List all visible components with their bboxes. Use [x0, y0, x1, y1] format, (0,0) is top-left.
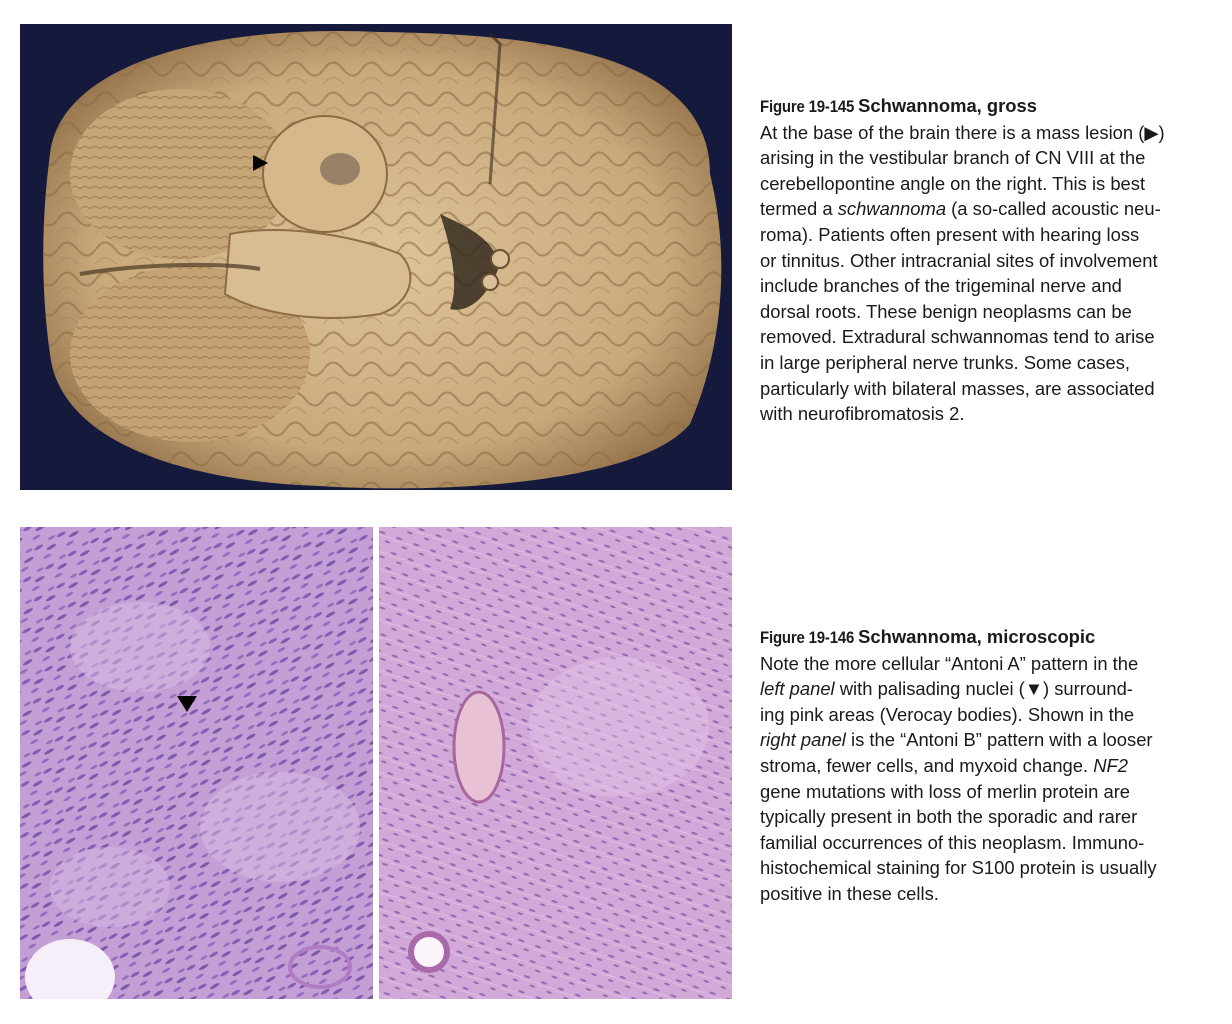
caption-line: Note the more cellular “Antoni A” patter…: [760, 652, 1139, 674]
caption-line: with neurofibromatosis 2.: [760, 403, 965, 425]
caption-line: dorsal roots. These benign neoplasms can…: [760, 300, 1132, 322]
figure-title: Schwannoma, gross: [858, 95, 1037, 116]
micro-right-panel-photo: [379, 527, 732, 999]
caption-line: At the base of the brain there is a mass…: [760, 121, 1165, 143]
figure-heading: Figure 19-145 Schwannoma, gross: [760, 93, 1210, 120]
caption-line: left panel with palisading nuclei (▼) su…: [760, 678, 1133, 700]
italic-term: NF2: [1093, 754, 1128, 776]
triangle-down-icon: [177, 696, 197, 712]
caption-line: include branches of the trigeminal nerve…: [760, 275, 1122, 297]
caption-line: arising in the vestibular branch of CN V…: [760, 147, 1146, 169]
figure-19-146-caption: Figure 19-146 Schwannoma, microscopic No…: [760, 624, 1210, 907]
italic-term: left panel: [760, 678, 835, 700]
triangle-right-icon: [253, 155, 268, 171]
caption-line: roma). Patients often present with heari…: [760, 223, 1140, 245]
caption-line: positive in these cells.: [760, 882, 939, 904]
caption-body: Note the more cellular “Antoni A” patter…: [760, 651, 1210, 907]
gross-brain-photo: [20, 24, 732, 490]
brain-specimen: [43, 31, 722, 489]
caption-line: particularly with bilateral masses, are …: [760, 377, 1155, 399]
micro-left-panel-photo: [20, 527, 373, 999]
figure-title: Schwannoma, microscopic: [858, 626, 1096, 647]
figure-number: Figure 19-145: [760, 97, 855, 116]
caption-line: gene mutations with loss of merlin prote…: [760, 780, 1131, 802]
caption-line: histochemical staining for S100 protein …: [760, 857, 1157, 879]
caption-line: termed a schwannoma (a so-called acousti…: [760, 198, 1161, 220]
figure-heading: Figure 19-146 Schwannoma, microscopic: [760, 624, 1210, 651]
italic-term: schwannoma: [837, 198, 947, 220]
italic-term: right panel: [760, 729, 846, 751]
caption-line: ing pink areas (Verocay bodies). Shown i…: [760, 703, 1135, 725]
caption-line: stroma, fewer cells, and myxoid change. …: [760, 754, 1128, 776]
caption-line: or tinnitus. Other intracranial sites of…: [760, 249, 1158, 271]
caption-line: right panel is the “Antoni B” pattern wi…: [760, 729, 1153, 751]
caption-line: familial occurrences of this neoplasm. I…: [760, 831, 1145, 853]
figure-number: Figure 19-146: [760, 628, 855, 647]
caption-line: removed. Extradural schwannomas tend to …: [760, 326, 1155, 348]
figure-19-145-caption: Figure 19-145 Schwannoma, gross At the b…: [760, 93, 1210, 427]
caption-line: in large peripheral nerve trunks. Some c…: [760, 351, 1131, 373]
caption-line: cerebellopontine angle on the right. Thi…: [760, 172, 1146, 194]
caption-line: typically present in both the sporadic a…: [760, 806, 1138, 828]
caption-body: At the base of the brain there is a mass…: [760, 120, 1210, 427]
